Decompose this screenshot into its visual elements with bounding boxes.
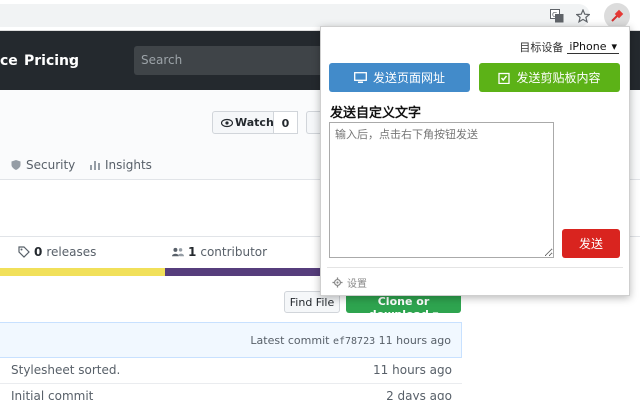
star-button[interactable] — [306, 111, 320, 134]
custom-text-title: 发送自定义文字 — [330, 106, 422, 121]
language-bar-segment — [165, 268, 325, 276]
send-clipboard-label: 发送剪贴板内容 — [516, 71, 601, 85]
caret-down-icon: ▾ — [432, 308, 439, 321]
latest-commit-age: 11 hours ago — [378, 334, 451, 347]
search-input[interactable]: Search — [134, 46, 324, 75]
nav-marketplace[interactable]: ce — [0, 53, 18, 69]
divider — [327, 267, 623, 268]
target-device-label: 目标设备 — [519, 41, 564, 54]
tab-insights[interactable]: Insights — [89, 158, 152, 172]
monitor-icon — [354, 71, 367, 83]
chevron-down-icon: ∨ — [68, 56, 75, 66]
tab-security-label: Security — [26, 158, 76, 172]
watch-button[interactable]: Watch — [212, 111, 274, 134]
device-select-value: iPhone — [569, 40, 607, 53]
watch-label: Watch — [235, 116, 274, 129]
releases-link[interactable]: 0 releases — [18, 245, 96, 259]
latest-commit-bar: Latest commit ef78723 11 hours ago — [0, 322, 462, 358]
bookmark-star-icon[interactable] — [572, 5, 594, 27]
commit-age: 2 days ago — [386, 389, 452, 400]
table-row: Stylesheet sorted. 11 hours ago — [0, 358, 462, 384]
clone-download-label: Clone or download — [368, 295, 430, 321]
graph-icon — [90, 161, 100, 170]
latest-commit-label: Latest commit — [250, 334, 330, 347]
commit-message-link[interactable]: Stylesheet sorted. — [11, 363, 120, 377]
clipboard-check-icon — [498, 72, 511, 84]
caret-down-icon: ▾ — [611, 40, 617, 53]
send-page-url-button[interactable]: 发送页面网址 — [329, 63, 470, 92]
latest-commit: Latest commit ef78723 11 hours ago — [250, 334, 451, 347]
contributors-count: 1 — [188, 245, 197, 259]
tag-icon — [18, 246, 30, 258]
commit-age: 11 hours ago — [373, 363, 452, 377]
send-clipboard-button[interactable]: 发送剪贴板内容 — [479, 63, 620, 92]
tab-security[interactable]: Security — [10, 158, 75, 172]
send-button[interactable]: 发送 — [562, 229, 620, 258]
custom-text-input[interactable] — [329, 122, 554, 258]
target-device: 目标设备 iPhone ▾ — [519, 39, 619, 55]
settings-link[interactable]: 设置 — [332, 275, 367, 290]
table-row: Initial commit 2 days ago — [0, 384, 462, 400]
send-page-url-label: 发送页面网址 — [372, 71, 445, 85]
commit-message-link[interactable]: Initial commit — [11, 389, 93, 400]
contributors-link[interactable]: 1 contributor — [172, 245, 267, 259]
settings-label: 设置 — [347, 279, 367, 290]
device-select[interactable]: iPhone ▾ — [567, 40, 619, 54]
extension-popup: 目标设备 iPhone ▾ 发送页面网址 发送剪贴板内容 发送自定义文字 发送 … — [320, 26, 630, 296]
address-bar[interactable] — [0, 4, 590, 27]
commit-sha-link[interactable]: ef78723 — [333, 336, 375, 347]
tab-insights-label: Insights — [105, 158, 152, 172]
translate-icon[interactable]: G — [546, 5, 568, 27]
people-icon — [172, 247, 184, 257]
language-bar-segment — [0, 268, 165, 276]
eye-icon — [221, 118, 233, 128]
contributors-label: contributor — [200, 245, 268, 259]
releases-count: 0 — [34, 245, 43, 259]
releases-label: releases — [46, 245, 97, 259]
watch-count[interactable]: 0 — [274, 111, 298, 134]
gear-icon — [332, 277, 343, 288]
shield-icon — [11, 160, 21, 170]
